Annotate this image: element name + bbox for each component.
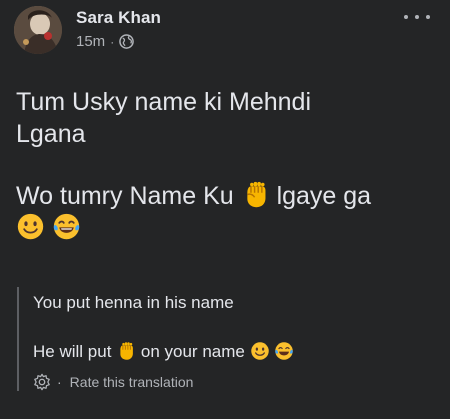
rate-translation-link[interactable]: · Rate this translation	[33, 373, 193, 391]
translation-block: You put henna in his name He will put on…	[17, 287, 437, 391]
avatar-image	[14, 6, 62, 54]
post-meta: 15m ·	[76, 33, 134, 50]
post-header: Sara Khan 15m ·	[0, 0, 450, 62]
face-with-tears-of-joy-emoji	[274, 341, 294, 361]
more-dot	[426, 15, 430, 19]
slightly-smiling-face-emoji	[16, 212, 45, 241]
facebook-post: Sara Khan 15m · Tum Usky name ki Mehndi …	[0, 0, 450, 419]
post-paragraph-1: Tum Usky name ki Mehndi Lgana	[16, 86, 441, 150]
raised-fist-emoji	[116, 341, 136, 361]
post-time[interactable]: 15m	[76, 33, 105, 50]
rate-separator: ·	[57, 374, 62, 390]
more-dot	[404, 15, 408, 19]
rate-label[interactable]: Rate this translation	[70, 374, 194, 390]
post-text: Tum Usky name ki Mehndi Lgana Wo tumry N…	[16, 86, 441, 274]
face-with-tears-of-joy-emoji	[52, 212, 81, 241]
post-text-line: lgaye ga	[276, 182, 372, 210]
more-options-icon[interactable]	[404, 12, 430, 22]
globe-icon[interactable]	[119, 34, 134, 49]
meta-separator: ·	[110, 34, 115, 49]
post-paragraph-2: Wo tumry Name Ku lgaye ga	[16, 180, 441, 244]
avatar[interactable]	[14, 6, 62, 54]
translation-text: He will put	[33, 342, 112, 361]
post-text-line: Wo tumry Name Ku	[16, 182, 234, 210]
post-text-line: Tum Usky name ki Mehndi	[16, 88, 311, 116]
slightly-smiling-face-emoji	[250, 341, 270, 361]
gear-icon[interactable]	[33, 373, 51, 391]
translation-line-1: You put henna in his name	[33, 293, 234, 312]
author-name[interactable]: Sara Khan	[76, 8, 161, 28]
more-dot	[415, 15, 419, 19]
translation-text: on your name	[140, 342, 245, 361]
post-text-line: Lgana	[16, 120, 86, 148]
translation-line-2: He will put on your name	[33, 341, 294, 363]
raised-fist-emoji	[241, 180, 270, 209]
